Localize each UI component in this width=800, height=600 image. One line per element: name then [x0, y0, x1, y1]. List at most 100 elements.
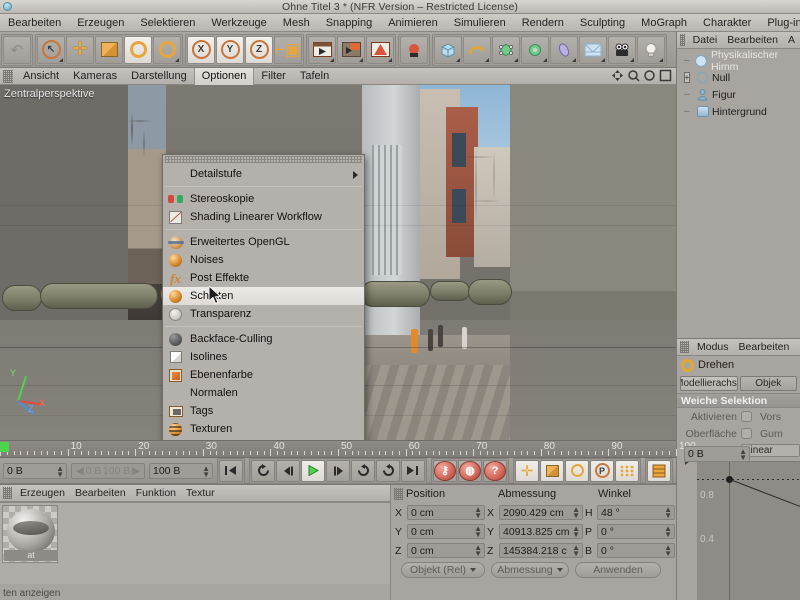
position-input[interactable]: 0 cm ▲ ▼: [407, 524, 485, 539]
stepper-icon[interactable]: ▲▼: [572, 544, 580, 557]
menu-item-ebenenfarbe[interactable]: Ebenenfarbe: [163, 366, 364, 384]
open-timeline-button[interactable]: [647, 459, 671, 482]
end-frame-input[interactable]: 100 B ▲ ▼: [149, 462, 213, 479]
world-axis-button[interactable]: ⌐▣: [274, 35, 302, 64]
key-rotation-button[interactable]: [565, 459, 589, 482]
capsule-object[interactable]: [468, 279, 512, 305]
menu-erzeugen[interactable]: Erzeugen: [69, 14, 132, 31]
size-input[interactable]: 145384.218 c ▲ ▼: [499, 543, 583, 558]
step-forward-button[interactable]: [326, 459, 350, 482]
capsule-object[interactable]: [40, 283, 158, 309]
viewport-menu-optionen[interactable]: Optionen: [193, 68, 255, 85]
record-key-button[interactable]: ⚷: [433, 459, 457, 482]
menu-charakter[interactable]: Charakter: [695, 14, 759, 31]
angle-input[interactable]: 48 ° ▲ ▼: [597, 505, 675, 520]
tab-modellierachse[interactable]: Modellierachse: [680, 376, 738, 391]
viewport-menu-tafeln[interactable]: Tafeln: [293, 68, 336, 85]
viewport-menu-kameras[interactable]: Kameras: [66, 68, 124, 85]
scene-object-button[interactable]: [550, 35, 578, 64]
stepper-icon[interactable]: ▲▼: [664, 506, 672, 519]
panel-gripper-icon[interactable]: [394, 488, 403, 500]
menu-item-normalen[interactable]: Normalen: [163, 384, 364, 402]
menu-item-texturen[interactable]: Texturen: [163, 420, 364, 438]
menu-item-backface-culling[interactable]: Backface-Culling: [163, 330, 364, 348]
menu-item-shading-linearer-workflow[interactable]: Shading Linearer Workflow: [163, 208, 364, 226]
stepper-icon[interactable]: ▲▼: [474, 525, 482, 538]
cube-button[interactable]: [434, 35, 462, 64]
objmgr-menu-datei[interactable]: Datei: [688, 32, 723, 48]
attribute-tabs[interactable]: Modellierachse Objek: [677, 374, 800, 393]
deformer-button[interactable]: [521, 35, 549, 64]
stepper-icon[interactable]: ▲▼: [474, 506, 482, 519]
objmgr-menu-a[interactable]: A: [783, 32, 800, 48]
environment-button[interactable]: [579, 35, 607, 64]
stepper-icon[interactable]: ▲▼: [202, 464, 210, 478]
matmgr-menu-erzeugen[interactable]: Erzeugen: [15, 485, 70, 501]
panel-gripper-icon[interactable]: [680, 34, 685, 46]
menu-item-noises[interactable]: Noises: [163, 251, 364, 269]
menu-item-schatten[interactable]: Schatten: [163, 287, 364, 305]
expand-toggle-icon[interactable]: +: [681, 72, 693, 83]
menu-item-tags[interactable]: Tags: [163, 402, 364, 420]
stepper-icon[interactable]: ▲▼: [56, 464, 64, 478]
menu-mesh[interactable]: Mesh: [275, 14, 318, 31]
pan-view-icon[interactable]: [611, 69, 624, 82]
capsule-object[interactable]: [2, 285, 42, 311]
goto-start-button[interactable]: [219, 459, 243, 482]
oberflaeche-checkbox[interactable]: [741, 428, 752, 439]
live-selection-button[interactable]: ↖: [37, 35, 65, 64]
range-right-arrow-icon[interactable]: ▶: [132, 465, 140, 477]
play-button[interactable]: [301, 459, 325, 482]
generator-button[interactable]: [492, 35, 520, 64]
stepper-icon[interactable]: ▲▼: [739, 448, 747, 462]
objmgr-menu-bearbeiten[interactable]: Bearbeiten: [722, 32, 783, 48]
key-pla-button[interactable]: [615, 459, 639, 482]
tab-objekt[interactable]: Objek: [739, 376, 797, 391]
stepper-icon[interactable]: ▲▼: [664, 544, 672, 557]
menu-item-post-effekte[interactable]: fx Post Effekte: [163, 269, 364, 287]
maximize-view-icon[interactable]: [659, 69, 672, 82]
mograph-button[interactable]: [400, 35, 428, 64]
angle-input[interactable]: 0 ° ▲ ▼: [597, 543, 675, 558]
matmgr-menu-textur[interactable]: Textur: [181, 485, 220, 501]
capsule-object[interactable]: [360, 281, 430, 307]
panel-gripper-icon[interactable]: [3, 487, 12, 499]
viewport-menu-filter[interactable]: Filter: [254, 68, 292, 85]
menu-rendern[interactable]: Rendern: [514, 14, 572, 31]
material-list[interactable]: at: [0, 502, 390, 584]
coord-size-dropdown[interactable]: Abmessung: [491, 561, 569, 578]
stepper-icon[interactable]: ▲▼: [572, 525, 580, 538]
menu-selektieren[interactable]: Selektieren: [132, 14, 203, 31]
object-row[interactable]: – Hintergrund: [679, 103, 800, 120]
object-row[interactable]: – Physikalischer Himm: [679, 49, 800, 73]
move-button[interactable]: ✛: [66, 35, 94, 64]
render-settings-button[interactable]: [366, 35, 394, 64]
menu-item-transparenz[interactable]: Transparenz: [163, 305, 364, 323]
menu-sculpting[interactable]: Sculpting: [572, 14, 633, 31]
loop-button[interactable]: [351, 459, 375, 482]
current-frame-input[interactable]: 0 B ▲ ▼: [3, 462, 67, 479]
render-view-button[interactable]: [308, 35, 336, 64]
menu-bearbeiten[interactable]: Bearbeiten: [0, 14, 69, 31]
menu-item-stereoskopie[interactable]: Stereoskopie: [163, 190, 364, 208]
rotate-view-icon[interactable]: [643, 69, 656, 82]
options-dropdown-menu[interactable]: Detailstufe Stereoskopie Shading Linearer …: [162, 154, 365, 440]
menu-item-erweitertes-opengl[interactable]: Erweitertes OpenGL: [163, 233, 364, 251]
coord-mode-dropdown[interactable]: Objekt (Rel): [401, 561, 485, 578]
undo-button[interactable]: ↶: [3, 35, 31, 64]
rotate-alt-button[interactable]: [153, 35, 181, 64]
viewport-menu-darstellung[interactable]: Darstellung: [124, 68, 194, 85]
spline-button[interactable]: [463, 35, 491, 64]
material-item[interactable]: at: [2, 505, 58, 563]
menu-plug-ins[interactable]: Plug-ins: [759, 14, 800, 31]
menu-simulieren[interactable]: Simulieren: [446, 14, 514, 31]
aktivieren-checkbox[interactable]: [741, 411, 752, 422]
menu-mograph[interactable]: MoGraph: [633, 14, 695, 31]
matmgr-menu-funktion[interactable]: Funktion: [131, 485, 181, 501]
menu-item-detailstufe[interactable]: Detailstufe: [163, 165, 364, 183]
panel-gripper-icon[interactable]: [3, 69, 13, 83]
step-back-button[interactable]: [276, 459, 300, 482]
goto-end-button[interactable]: [401, 459, 425, 482]
panel-gripper-icon[interactable]: [680, 341, 689, 353]
timeline-ruler[interactable]: 0102030405060708090100: [0, 440, 696, 458]
